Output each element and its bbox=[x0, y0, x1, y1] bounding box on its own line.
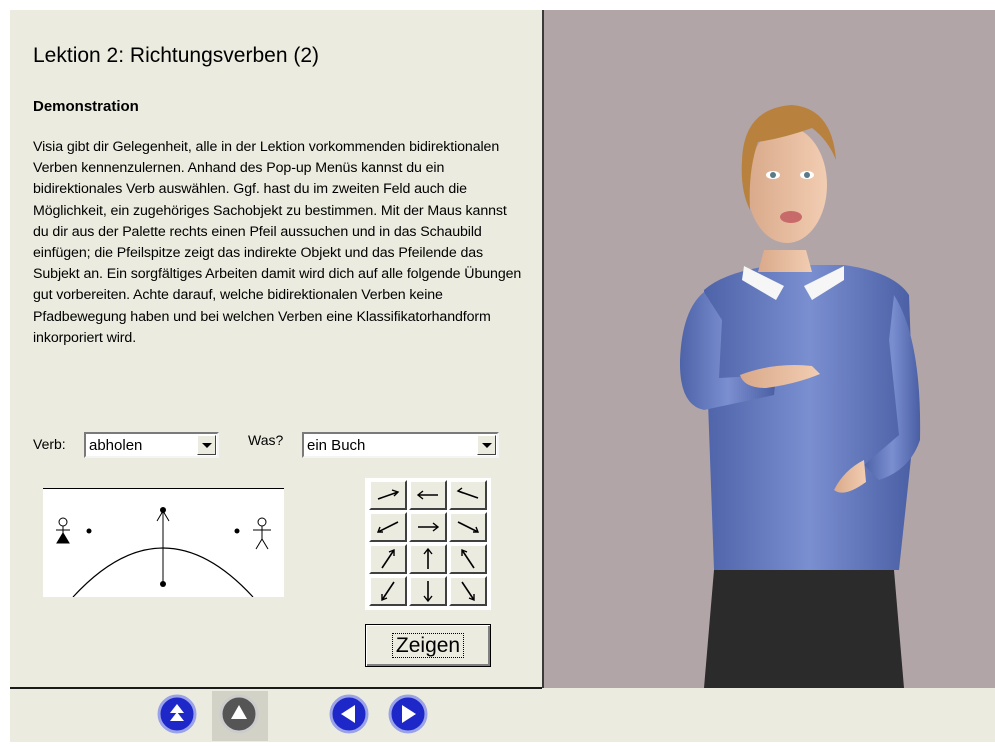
arrow-left-down-shallow-button[interactable] bbox=[369, 512, 407, 542]
skirt bbox=[704, 570, 904, 688]
arrow-left-up-shallow-icon bbox=[457, 521, 480, 533]
arrow-down-button[interactable] bbox=[409, 576, 447, 606]
arrow-right-up-shallow-icon bbox=[377, 489, 400, 500]
face bbox=[747, 127, 827, 243]
arrow-down-left-button[interactable] bbox=[369, 576, 407, 606]
arrow-left-up-shallow-button[interactable] bbox=[449, 512, 487, 542]
arrow-up-icon bbox=[423, 547, 433, 569]
arrow-right-down-shallow-button[interactable] bbox=[449, 480, 487, 510]
arrow-up-left-button[interactable] bbox=[449, 544, 487, 574]
arrow-right-icon bbox=[418, 522, 440, 532]
previous-button[interactable] bbox=[326, 691, 372, 741]
show-button[interactable]: Zeigen bbox=[365, 624, 491, 667]
home-button[interactable] bbox=[212, 691, 268, 741]
next-button[interactable] bbox=[385, 691, 431, 741]
verb-dropdown-button[interactable] bbox=[197, 435, 216, 455]
triangle-up-icon bbox=[219, 694, 259, 734]
top-dot bbox=[160, 507, 166, 513]
bottom-dot bbox=[160, 581, 166, 587]
arrow-right-button[interactable] bbox=[409, 512, 447, 542]
neck bbox=[758, 250, 812, 272]
arrow-up-right-icon bbox=[381, 548, 395, 569]
arrow-down-left-icon bbox=[381, 581, 395, 602]
eject-icon bbox=[157, 694, 197, 734]
arrow-up-left-icon bbox=[461, 548, 475, 569]
verb-select[interactable]: abholen bbox=[84, 432, 219, 458]
arrow-left-icon bbox=[416, 490, 438, 500]
next-arrow-icon bbox=[388, 694, 428, 734]
avatar-video-panel bbox=[542, 10, 995, 688]
arrow-palette bbox=[365, 478, 491, 610]
lesson-title: Lektion 2: Richtungsverben (2) bbox=[33, 44, 319, 67]
chevron-down-icon bbox=[202, 443, 212, 448]
arrow-down-right-button[interactable] bbox=[449, 576, 487, 606]
verb-label: Verb: bbox=[33, 436, 66, 452]
male-figure-icon bbox=[253, 517, 271, 550]
arrow-right-down-shallow-icon bbox=[456, 487, 479, 499]
chevron-down-icon bbox=[482, 443, 492, 448]
sweater bbox=[704, 265, 914, 570]
arrow-down-icon bbox=[423, 581, 433, 603]
show-button-label: Zeigen bbox=[391, 633, 465, 658]
verb-select-value: abholen bbox=[89, 437, 143, 454]
arrow-down-right-icon bbox=[461, 581, 475, 602]
lesson-description: Visia gibt dir Gelegenheit, alle in der … bbox=[33, 139, 522, 346]
signing-avatar bbox=[679, 105, 921, 688]
arrow-right-up-shallow-button[interactable] bbox=[369, 480, 407, 510]
schaubild-canvas[interactable] bbox=[43, 488, 284, 598]
right-dot bbox=[234, 528, 240, 534]
object-dropdown-button[interactable] bbox=[477, 435, 496, 455]
prev-arrow-icon bbox=[329, 694, 369, 734]
object-select-value: ein Buch bbox=[307, 437, 366, 454]
eject-button[interactable] bbox=[154, 691, 200, 741]
was-label: Was? bbox=[248, 432, 284, 448]
arrow-up-right-button[interactable] bbox=[369, 544, 407, 574]
section-subtitle: Demonstration bbox=[33, 98, 139, 115]
object-select[interactable]: ein Buch bbox=[302, 432, 499, 458]
arrow-left-button[interactable] bbox=[409, 480, 447, 510]
mouth bbox=[780, 211, 802, 223]
arrow-left-down-shallow-icon bbox=[376, 521, 399, 533]
schaubild-drawing bbox=[56, 507, 271, 598]
left-dot bbox=[86, 528, 92, 534]
arrow-up-button[interactable] bbox=[409, 544, 447, 574]
female-figure-icon bbox=[56, 517, 70, 544]
bottom-separator bbox=[10, 687, 542, 689]
